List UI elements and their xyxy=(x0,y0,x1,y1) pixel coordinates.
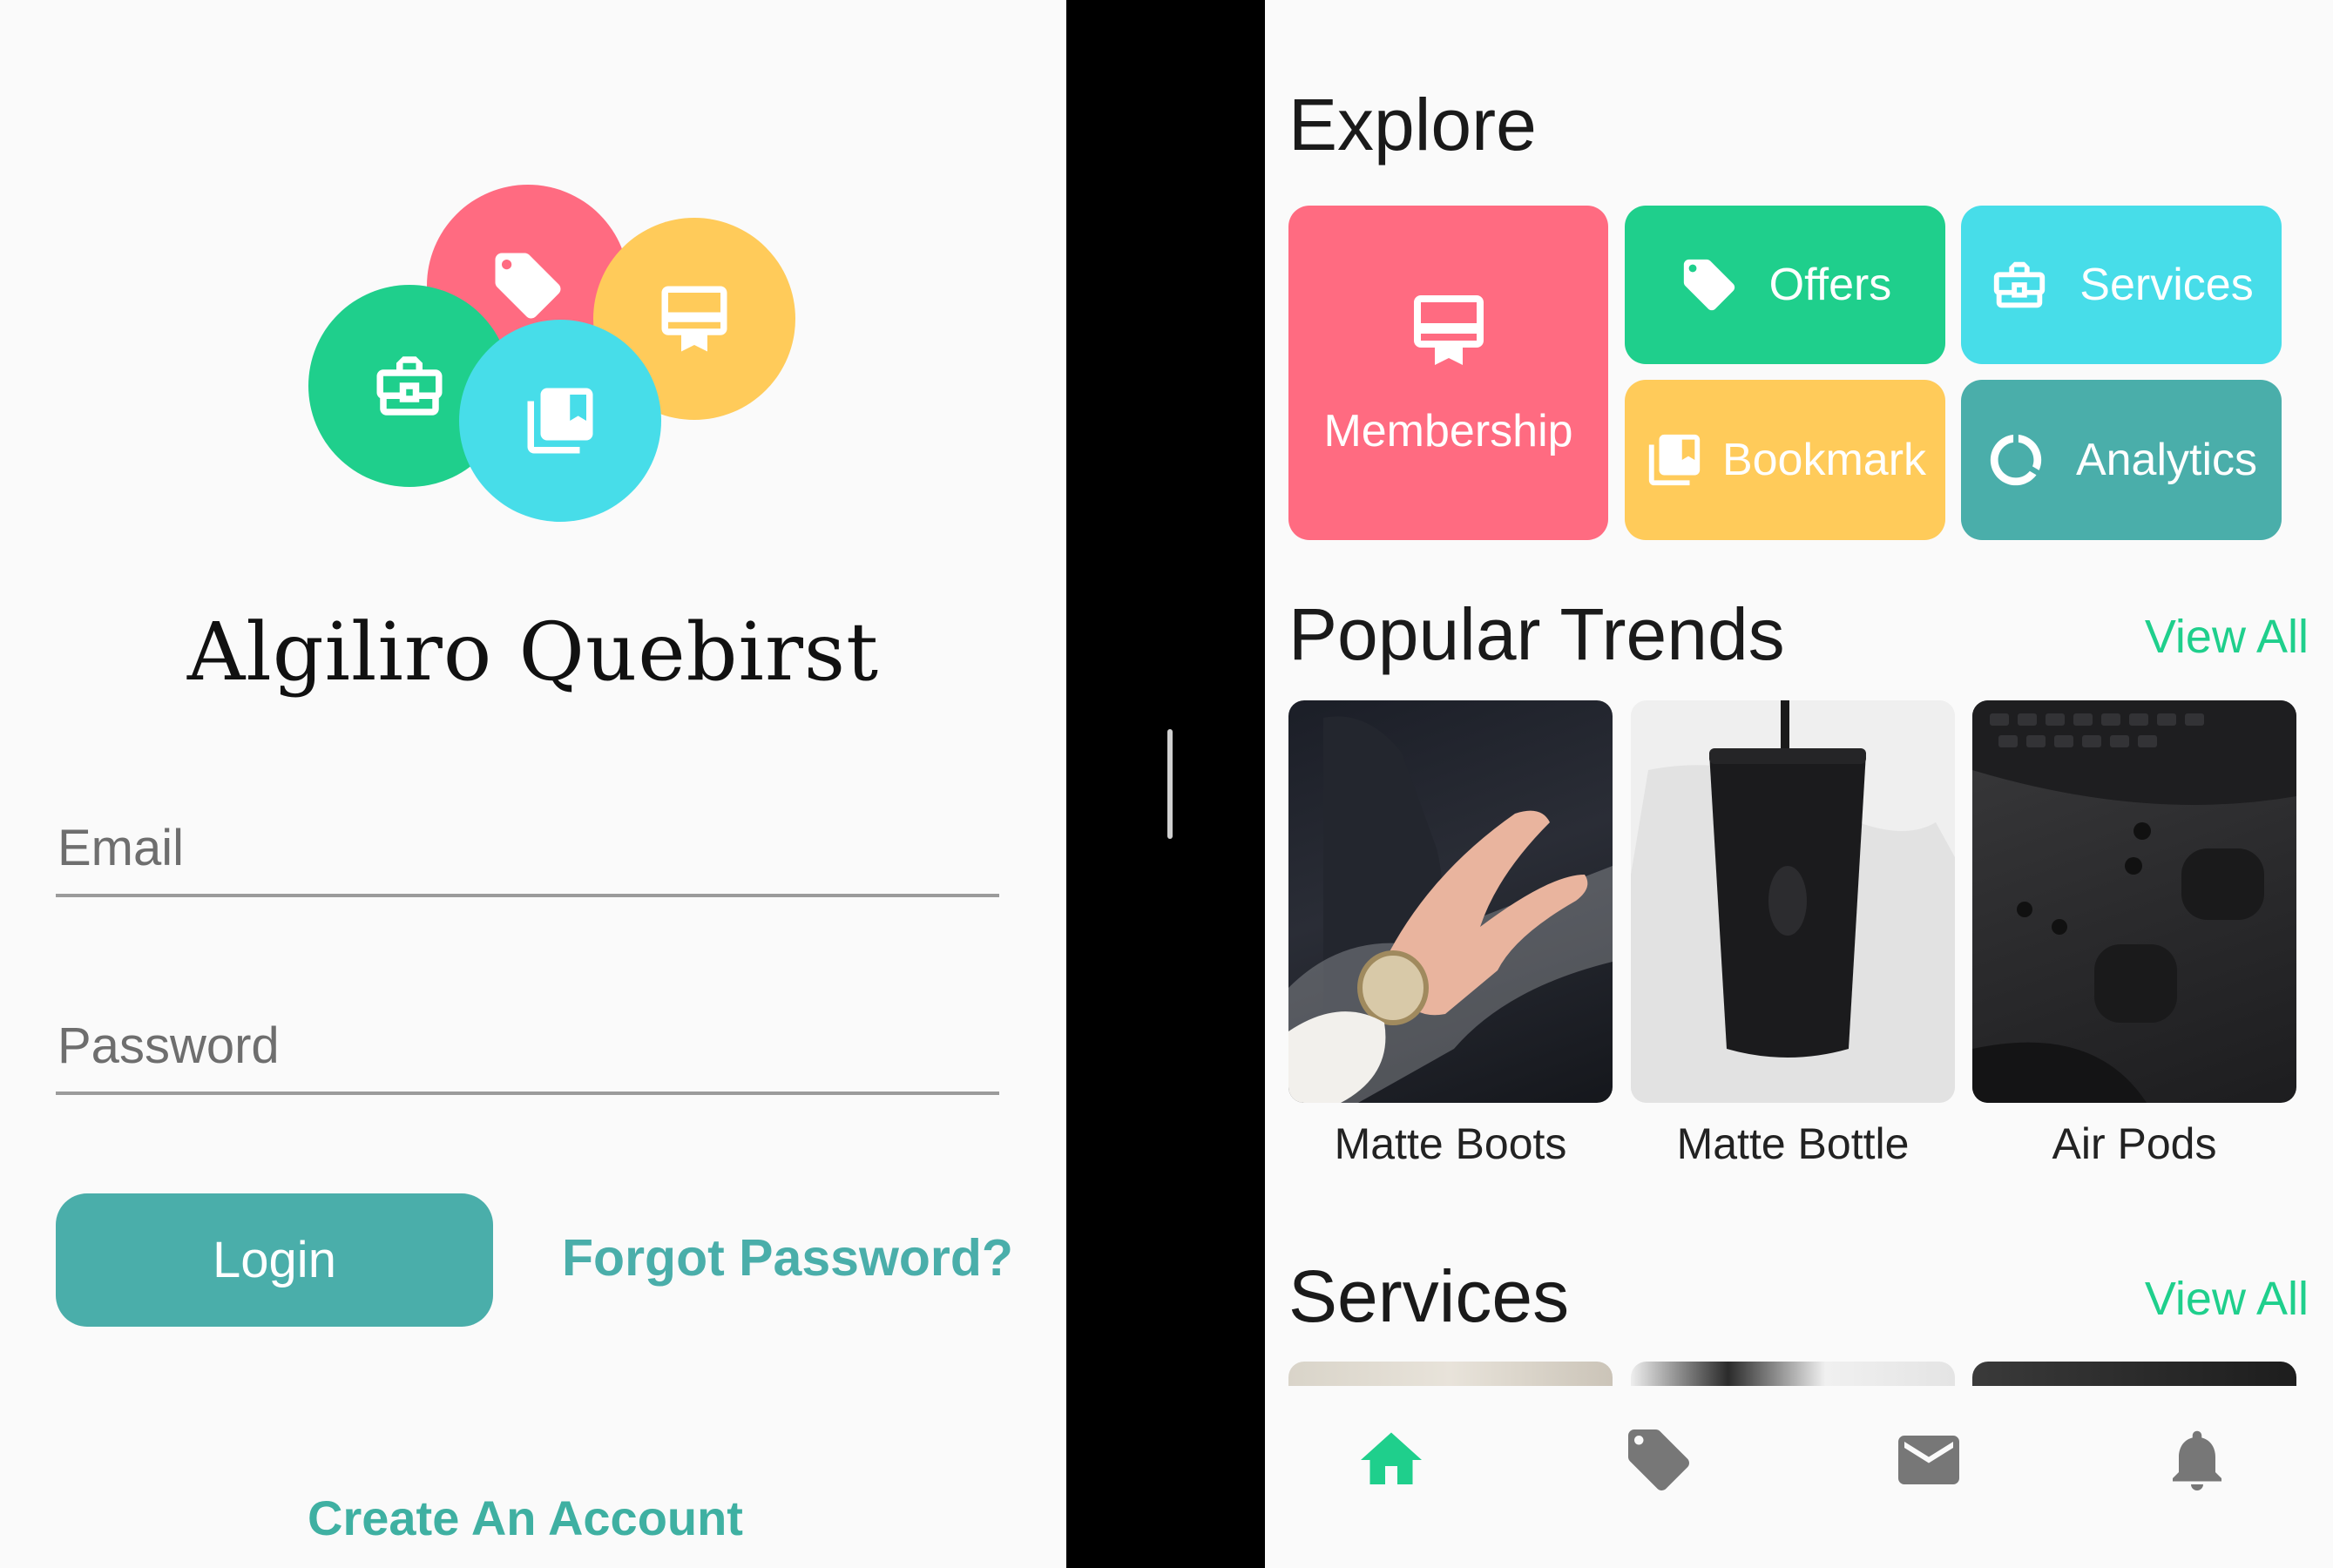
briefcase-icon xyxy=(1994,261,2046,308)
donut-chart-icon xyxy=(1990,434,2042,486)
email-placeholder: Email xyxy=(57,820,185,876)
service-card-peek[interactable] xyxy=(1631,1362,1955,1386)
matte-boots-image xyxy=(1288,700,1613,1103)
trend-label: Matte Boots xyxy=(1334,1119,1567,1168)
logo-bubble-bookmark xyxy=(459,320,661,522)
tile-analytics[interactable]: Analytics xyxy=(1961,380,2282,540)
tile-membership-label: Membership xyxy=(1323,406,1573,456)
card-membership-icon xyxy=(1413,295,1484,365)
create-account-link[interactable]: Create An Account xyxy=(0,1490,1051,1546)
air-pods-photo xyxy=(1972,700,2296,1103)
home-icon xyxy=(1361,1432,1422,1484)
password-placeholder: Password xyxy=(57,1017,280,1074)
app-logo xyxy=(305,179,801,527)
services-view-all-link[interactable]: View All xyxy=(2145,1272,2309,1326)
email-field[interactable]: Email xyxy=(56,784,999,897)
air-pods-image xyxy=(1972,700,2296,1103)
trend-label: Air Pods xyxy=(2052,1119,2217,1168)
mail-icon xyxy=(1898,1436,1959,1484)
split-screen-handle[interactable] xyxy=(1167,729,1173,839)
login-screen: Algiliro Quebirst Email Password Login F… xyxy=(0,0,1066,1568)
login-button[interactable]: Login xyxy=(56,1193,493,1327)
tile-bookmark[interactable]: Bookmark xyxy=(1625,380,1945,540)
trend-label: Matte Bottle xyxy=(1676,1119,1910,1168)
trends-view-all-link[interactable]: View All xyxy=(2145,610,2309,664)
tag-icon xyxy=(1628,1429,1689,1490)
bookmark-library-icon xyxy=(1648,434,1701,486)
bottom-navigation xyxy=(1265,1387,2333,1568)
service-card-peek[interactable] xyxy=(1288,1362,1613,1386)
services-heading: Services xyxy=(1288,1255,1570,1337)
matte-bottle-photo xyxy=(1631,700,1955,1103)
explore-heading: Explore xyxy=(1288,84,1537,166)
tile-offers[interactable]: Offers xyxy=(1625,206,1945,364)
service-card-peek[interactable] xyxy=(1972,1362,2296,1386)
briefcase-icon xyxy=(376,356,443,416)
trend-card-matte-bottle[interactable]: Matte Bottle xyxy=(1631,700,1955,1169)
bookmark-library-icon xyxy=(527,388,593,454)
matte-bottle-image xyxy=(1631,700,1955,1103)
tile-analytics-label: Analytics xyxy=(2075,435,2258,485)
tag-icon xyxy=(495,253,561,319)
tile-membership[interactable]: Membership xyxy=(1288,206,1608,540)
nav-offers[interactable] xyxy=(1622,1423,1695,1497)
split-screen-divider xyxy=(1066,0,1265,1568)
app-name-title: Algiliro Quebirst xyxy=(186,605,880,699)
password-field[interactable]: Password xyxy=(56,982,999,1095)
tile-bookmark-label: Bookmark xyxy=(1721,435,1927,485)
popular-trends-heading: Popular Trends xyxy=(1288,593,1785,675)
tag-icon xyxy=(1683,259,1735,311)
bell-icon xyxy=(2173,1430,2221,1490)
explore-screen: Explore Membership Offers Services Bookm… xyxy=(1265,0,2333,1568)
tile-services[interactable]: Services xyxy=(1961,206,2282,364)
card-membership-icon xyxy=(661,286,727,352)
matte-boots-photo xyxy=(1288,716,1613,1103)
nav-home[interactable] xyxy=(1355,1423,1428,1497)
nav-messages[interactable] xyxy=(1892,1423,1965,1497)
trend-card-air-pods[interactable]: Air Pods xyxy=(1972,700,2296,1169)
nav-notifications[interactable] xyxy=(2161,1423,2234,1497)
tile-offers-label: Offers xyxy=(1768,260,1892,310)
forgot-password-link[interactable]: Forgot Password? xyxy=(562,1228,1013,1288)
trend-card-matte-boots[interactable]: Matte Boots xyxy=(1288,700,1613,1169)
tile-services-label: Services xyxy=(2079,260,2254,310)
